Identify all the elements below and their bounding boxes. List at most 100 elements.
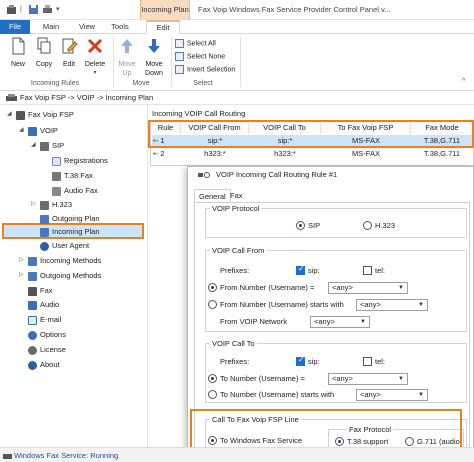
tab-main[interactable]: Main: [38, 20, 64, 34]
collapsed-arrow-icon[interactable]: ▷: [19, 269, 24, 282]
outgoing-plan-icon: [40, 214, 49, 224]
tree-label: Audio: [40, 300, 60, 309]
expanded-arrow-icon[interactable]: ◢: [7, 108, 12, 121]
new-button[interactable]: New: [6, 37, 30, 69]
collapse-ribbon-icon[interactable]: ^: [462, 78, 465, 85]
window-title: Fax Voip Windows Fax Service Provider Co…: [198, 5, 391, 14]
tree-item-voip[interactable]: ◢ VOIP: [19, 124, 58, 137]
edit-label: Edit: [62, 61, 76, 68]
tree-item-h323[interactable]: ▷ H.323: [31, 198, 73, 211]
chevron-down-icon: ▼: [360, 319, 366, 325]
tree-item-registrations[interactable]: Registrations: [52, 154, 108, 167]
combo-value: <any>: [360, 390, 381, 399]
tree-item-t38-fax[interactable]: T.38 Fax: [52, 169, 93, 182]
edit-button[interactable]: Edit: [58, 37, 80, 69]
tree-label: Options: [40, 330, 66, 339]
new-label: New: [10, 61, 25, 68]
tree-item-fax[interactable]: Fax: [28, 284, 53, 297]
to-tel-checkbox[interactable]: [363, 357, 372, 366]
combo-value: <any>: [332, 374, 353, 383]
tree-item-user-agent[interactable]: User Agent: [40, 239, 89, 252]
collapsed-arrow-icon[interactable]: ▷: [31, 198, 36, 211]
expanded-arrow-icon[interactable]: ◢: [19, 124, 24, 137]
voip-call-to-group: VOIP Call To Prefixes: sip: tel: To Numb…: [205, 339, 467, 403]
breadcrumb-path: Fax Voip FSP -> VOIP -> Incoming Plan: [20, 93, 154, 102]
group-label-select: Select: [193, 80, 213, 87]
table-cell-fsp: MS-FAX: [352, 149, 380, 158]
from-starts-combo[interactable]: <any> ▼: [356, 299, 428, 311]
select-all-icon: [175, 39, 184, 48]
save-icon[interactable]: [28, 4, 39, 15]
email-icon: [28, 315, 37, 325]
chevron-down-icon: ▼: [418, 302, 424, 308]
group-title: VOIP Call To: [210, 339, 257, 348]
collapsed-arrow-icon[interactable]: ▷: [19, 254, 24, 267]
sip-radio-label: SIP: [308, 221, 321, 230]
from-number-starts-radio[interactable]: [208, 300, 217, 309]
table-cell-to: h323:*: [274, 149, 296, 158]
to-starts-combo[interactable]: <any> ▼: [356, 389, 428, 401]
to-number-starts-label: To Number (Username) starts with: [220, 390, 335, 399]
print-icon[interactable]: [42, 4, 53, 15]
combo-value: <any>: [314, 317, 335, 326]
tree-item-options[interactable]: Options: [28, 328, 66, 341]
to-number-equals-radio[interactable]: [208, 374, 217, 383]
tab-tools[interactable]: Tools: [106, 20, 134, 34]
tree-item-outgoing-plan[interactable]: Outgoing Plan: [40, 212, 100, 225]
from-network-label: From VOIP Network: [220, 317, 287, 326]
from-number-equals-label: From Number (Username) =: [220, 283, 315, 292]
select-none-button[interactable]: Select None: [175, 52, 225, 61]
rule-number: 2: [160, 149, 165, 158]
tree-item-about[interactable]: About: [28, 358, 60, 371]
move-down-button[interactable]: Move Down: [141, 37, 167, 78]
voip-icon: [28, 126, 37, 136]
tree-item-audio-fax[interactable]: Audio Fax: [52, 184, 98, 197]
tree-item-email[interactable]: E-mail: [28, 313, 61, 326]
copy-button[interactable]: Copy: [32, 37, 56, 69]
group-separator: [113, 37, 114, 87]
tree-item-audio[interactable]: Audio: [28, 298, 59, 311]
from-network-combo[interactable]: <any> ▼: [310, 316, 370, 328]
move-up-button[interactable]: Move Up: [115, 37, 139, 78]
tree-item-outgoing-methods[interactable]: ▷ Outgoing Methods: [19, 269, 101, 282]
customize-quick-access-icon[interactable]: ▾: [56, 4, 67, 15]
tab-edit[interactable]: Edit: [146, 20, 180, 34]
tree-item-sip[interactable]: ◢ SIP: [31, 139, 64, 152]
from-sip-checkbox[interactable]: [296, 264, 305, 275]
from-number-equals-radio[interactable]: [208, 283, 217, 292]
tree-item-incoming-methods[interactable]: ▷ Incoming Methods: [19, 254, 102, 267]
select-all-label: Select All: [187, 40, 216, 48]
chevron-down-icon: ▼: [398, 285, 404, 291]
h323-radio[interactable]: [363, 221, 372, 230]
tree-item-incoming-plan[interactable]: Incoming Plan: [40, 225, 100, 238]
context-tab-header: Incoming Plan: [140, 0, 190, 20]
chevron-down-icon: ▼: [418, 392, 424, 398]
from-number-combo[interactable]: <any> ▼: [328, 282, 408, 294]
delete-button[interactable]: Delete ▾: [82, 37, 108, 78]
tree-label: H.323: [52, 200, 73, 209]
routing-title: Incoming VOIP Call Routing: [152, 109, 246, 118]
to-number-starts-radio[interactable]: [208, 390, 217, 399]
select-all-button[interactable]: Select All: [175, 39, 216, 48]
tree-item-license[interactable]: License: [28, 343, 66, 356]
tree-label: Incoming Methods: [40, 256, 102, 265]
tab-view[interactable]: View: [74, 20, 100, 34]
fax-device-icon: [16, 110, 25, 120]
from-tel-checkbox[interactable]: [363, 266, 372, 275]
move-up-label: Move Up: [118, 61, 136, 77]
combo-value: <any>: [360, 300, 381, 309]
tree-item-root[interactable]: ◢ Fax Voip FSP: [7, 108, 74, 121]
status-bar: Windows Fax Service: Running: [0, 447, 474, 462]
invert-selection-label: Invert Selection: [187, 66, 236, 74]
invert-selection-button[interactable]: Invert Selection: [175, 65, 235, 74]
tab-fax[interactable]: Fax: [226, 189, 247, 202]
select-none-icon: [175, 52, 184, 61]
sip-radio[interactable]: [296, 221, 305, 230]
expanded-arrow-icon[interactable]: ◢: [31, 139, 36, 152]
title-bar: | ▾ Incoming Plan Fax Voip Windows Fax S…: [0, 0, 474, 20]
invert-selection-icon: [175, 65, 184, 74]
delete-x-icon: [87, 38, 103, 54]
tab-file[interactable]: File: [0, 20, 30, 34]
to-number-combo[interactable]: <any> ▼: [328, 373, 408, 385]
to-sip-checkbox[interactable]: [296, 355, 305, 366]
